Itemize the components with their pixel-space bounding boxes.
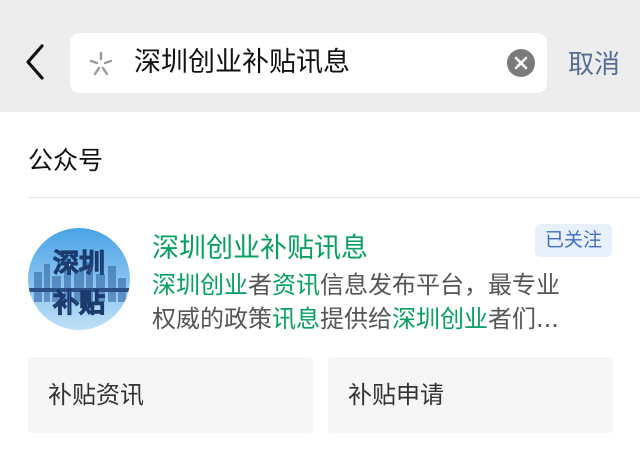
description-text: 权威的政策 [152, 305, 272, 333]
followed-badge: 已关注 [535, 224, 612, 257]
description-line-2: 权威的政策讯息提供给深圳创业者们... [152, 302, 602, 336]
svg-text:深圳: 深圳 [53, 249, 105, 279]
search-box[interactable]: 深圳创业补贴讯息 [70, 33, 547, 93]
menu-button-label: 补贴资讯 [48, 381, 144, 409]
cancel-button[interactable]: 取消 [568, 44, 620, 81]
highlighted-text: 讯息 [272, 305, 320, 333]
menu-button-subsidy-news[interactable]: 补贴资讯 [28, 357, 313, 433]
account-name: 深圳创业补贴讯息 [152, 233, 368, 264]
description-text: 者们... [488, 305, 559, 333]
menu-button-subsidy-apply[interactable]: 补贴申请 [328, 357, 613, 433]
description-text: 信息发布平台，最专业 [320, 271, 560, 299]
search-icon [89, 51, 113, 76]
account-result[interactable]: 深圳 补贴 深圳创业补贴讯息 已关注 深圳创业者资讯信息发布平台，最专业 权威的… [0, 198, 640, 348]
avatar: 深圳 补贴 [28, 228, 130, 330]
top-bar: 深圳创业补贴讯息 取消 [0, 0, 640, 112]
description-text: 提供给 [320, 305, 392, 333]
highlighted-text: 深圳创业 [392, 305, 488, 333]
account-description: 深圳创业者资讯信息发布平台，最专业 权威的政策讯息提供给深圳创业者们... [152, 268, 602, 336]
section-title: 公众号 [28, 146, 104, 175]
description-line-1: 深圳创业者资讯信息发布平台，最专业 [152, 268, 602, 302]
clear-icon[interactable] [507, 49, 535, 77]
highlighted-text: 资讯 [272, 271, 320, 299]
back-button[interactable] [18, 40, 58, 84]
chevron-left-icon [26, 44, 44, 80]
highlighted-text: 深圳创业 [152, 271, 248, 299]
svg-text:补贴: 补贴 [53, 289, 105, 319]
menu-button-label: 补贴申请 [348, 381, 444, 409]
description-text: 者 [248, 271, 272, 299]
search-input[interactable]: 深圳创业补贴讯息 [134, 33, 350, 93]
